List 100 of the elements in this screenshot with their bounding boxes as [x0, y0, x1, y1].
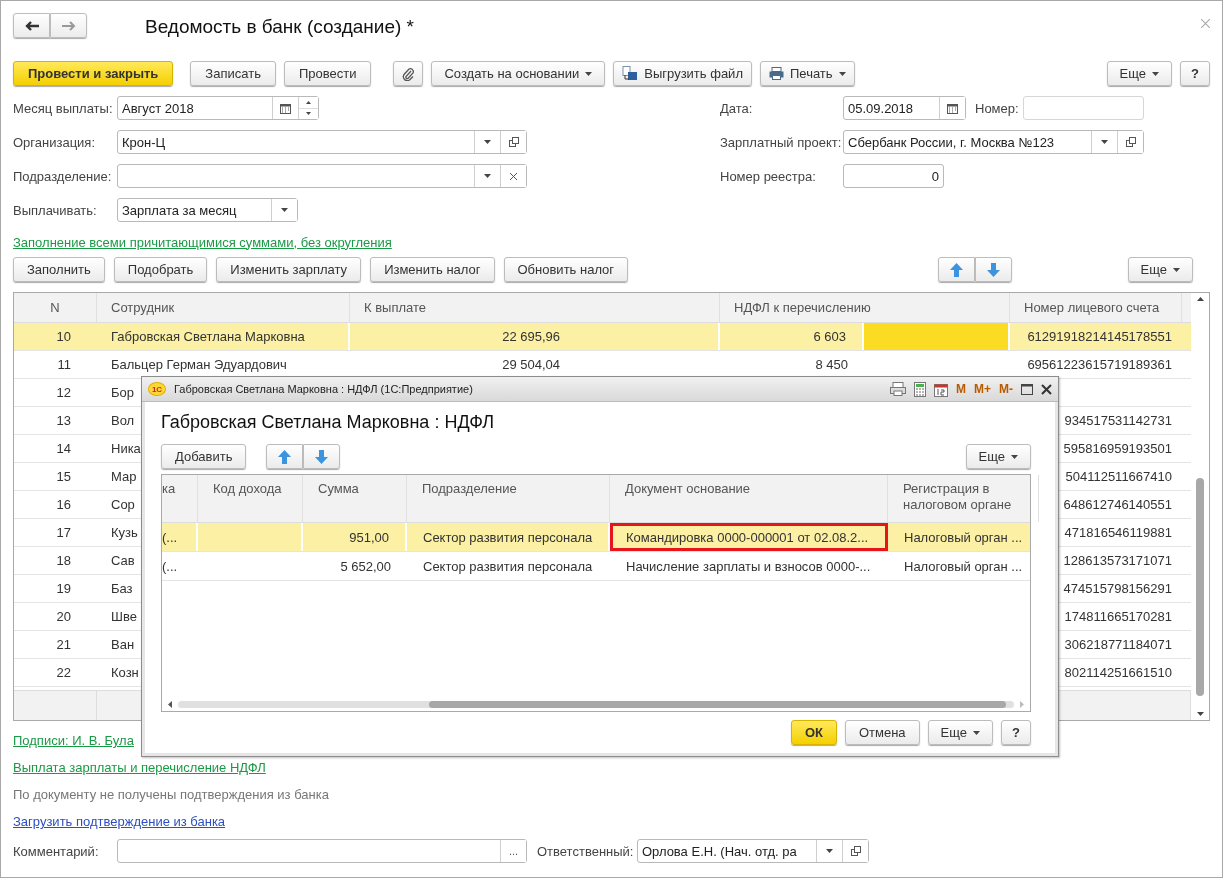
column-header[interactable]: Подразделение: [407, 475, 610, 522]
scrollbar-thumb[interactable]: [428, 700, 1006, 708]
toolbar-button[interactable]: Записать: [190, 61, 276, 86]
arrow-down-icon: [986, 262, 1000, 277]
column-header[interactable]: НДФЛ к перечислению: [720, 293, 1010, 322]
scrollbar-track[interactable]: [178, 700, 1014, 708]
create-based-on-button[interactable]: Создать на основании: [431, 61, 606, 86]
help-button[interactable]: ?: [1180, 61, 1210, 86]
table-button[interactable]: Изменить налог: [370, 257, 495, 282]
maximize-icon[interactable]: [1021, 383, 1033, 395]
calendar-icon: [947, 102, 958, 114]
column-header[interactable]: К выплате: [350, 293, 720, 322]
move-up-button[interactable]: [266, 444, 304, 469]
number-field[interactable]: 0: [843, 164, 944, 188]
row-number: 19: [56, 581, 71, 596]
month-field[interactable]: Август 2018: [117, 96, 319, 120]
export-file-button[interactable]: Выгрузить файл: [613, 61, 752, 86]
table-button[interactable]: Заполнить: [13, 257, 105, 282]
number-field[interactable]: [1023, 96, 1144, 120]
employee-name: Баз: [111, 581, 133, 596]
employee-name: Шве: [111, 609, 137, 624]
dialog-title: Габровская Светлана Марковна : НДФЛ (1С:Предприятие): [174, 383, 473, 395]
row-number: 13: [56, 413, 71, 428]
row-number: 11: [57, 357, 71, 372]
column-header[interactable]: Сумма: [303, 475, 407, 522]
caret-up-icon: [1196, 297, 1204, 301]
print-button[interactable]: Печать: [760, 61, 855, 86]
cancel-button[interactable]: Отмена: [844, 720, 920, 745]
table-button[interactable]: Изменить зарплату: [216, 257, 362, 282]
column-header[interactable]: Код дохода: [198, 475, 303, 522]
select-field[interactable]: Сбербанк России, г. Москва №123: [843, 130, 1144, 154]
table-button[interactable]: Подобрать: [113, 257, 208, 282]
more-button[interactable]: Еще: [1127, 257, 1193, 282]
open-form-icon: [508, 137, 519, 147]
memory-button[interactable]: M+: [974, 382, 991, 396]
add-button[interactable]: Добавить: [161, 444, 247, 469]
calendar-icon[interactable]: [934, 381, 948, 397]
memory-button[interactable]: M-: [999, 382, 1013, 396]
field-label: Номер реестра:: [720, 168, 817, 184]
employee-name: Ника: [111, 441, 141, 456]
open-button[interactable]: [1117, 131, 1143, 153]
payment-link[interactable]: Выплата зарплаты и перечисление НДФЛ: [13, 760, 266, 775]
clear-button[interactable]: [500, 165, 526, 187]
account-number: 802114251661510: [1064, 665, 1172, 680]
attach-button[interactable]: [393, 61, 424, 86]
account-number: 61291918214145178551: [1027, 329, 1172, 344]
move-down-button[interactable]: [974, 257, 1012, 282]
caret-icon: [826, 849, 833, 853]
column-header[interactable]: Номер лицевого счета: [1010, 293, 1182, 322]
open-button[interactable]: [500, 131, 526, 153]
employee-name: Ван: [111, 637, 135, 652]
select-field[interactable]: Крон-Ц: [117, 130, 527, 154]
open-button[interactable]: [842, 840, 868, 862]
select-field[interactable]: [117, 164, 527, 188]
ok-button[interactable]: ОК: [790, 720, 837, 745]
select-field[interactable]: Зарплата за месяц: [117, 198, 298, 222]
memory-button[interactable]: M: [956, 382, 966, 396]
caret-icon: [484, 140, 491, 144]
close-icon[interactable]: [1041, 383, 1052, 395]
move-up-button[interactable]: [937, 257, 975, 282]
move-down-button[interactable]: [303, 444, 341, 469]
print-icon[interactable]: [890, 382, 906, 396]
field-label: Дата:: [720, 100, 754, 116]
column-header[interactable]: Документ основание: [610, 475, 888, 522]
more-button[interactable]: Еще: [927, 720, 994, 745]
column-header[interactable]: Регистрация в налоговом органе: [888, 475, 1039, 522]
close-icon: [510, 172, 517, 180]
account-number: 648612746140551: [1063, 497, 1172, 512]
calculator-icon[interactable]: [914, 381, 926, 397]
table-row[interactable]: 10 Габровская Светлана Марковна 22 695,96 6 603 61291918214145178551: [14, 323, 1191, 351]
more-button[interactable]: Еще: [965, 444, 1031, 469]
ellipsis-button[interactable]: ...: [500, 840, 526, 862]
table-button[interactable]: Обновить налог: [503, 257, 629, 282]
fill-mode-link[interactable]: Заполнение всеми причитающимися суммами, без округления: [13, 234, 392, 250]
caret-icon: [484, 174, 491, 178]
column-header[interactable]: Сотрудник: [97, 293, 350, 322]
close-button[interactable]: [1201, 19, 1210, 28]
scrollbar-thumb[interactable]: [1196, 478, 1204, 696]
bank-status-text: По документу не получены подтверждения из банка: [13, 787, 329, 802]
dropdown-button[interactable]: [271, 199, 297, 221]
account-number: 474515798156291: [1063, 581, 1172, 596]
load-confirmation-link[interactable]: Загрузить подтверждение из банка: [13, 814, 226, 829]
table-cell-text: (...: [162, 557, 179, 576]
column-header[interactable]: ка: [162, 475, 198, 522]
table-row[interactable]: (... 951,00 Сектор развития персонала Командировка 0000-000001 от 02.08.2... Налоговый орган ...: [162, 523, 1030, 552]
calendar-button[interactable]: [939, 97, 965, 119]
post-and-close-button[interactable]: Провести и закрыть: [13, 61, 174, 86]
caret-down-icon: [306, 112, 311, 116]
back-button[interactable]: [13, 13, 50, 38]
calendar-icon: [280, 102, 291, 114]
help-button[interactable]: ?: [1001, 720, 1031, 745]
column-header[interactable]: N: [14, 293, 97, 322]
more-button[interactable]: Еще: [1106, 61, 1173, 86]
responsible-field[interactable]: Орлова Е.Н. (Нач. отд. ра: [637, 839, 869, 863]
toolbar-button[interactable]: Провести: [283, 61, 372, 86]
date-field[interactable]: 05.09.2018: [843, 96, 966, 120]
signatures-link[interactable]: Подписи: И. В. Була: [13, 733, 134, 748]
comment-field[interactable]: ...: [117, 839, 527, 863]
row-number: 15: [56, 469, 71, 484]
row-number: 10: [56, 329, 71, 344]
